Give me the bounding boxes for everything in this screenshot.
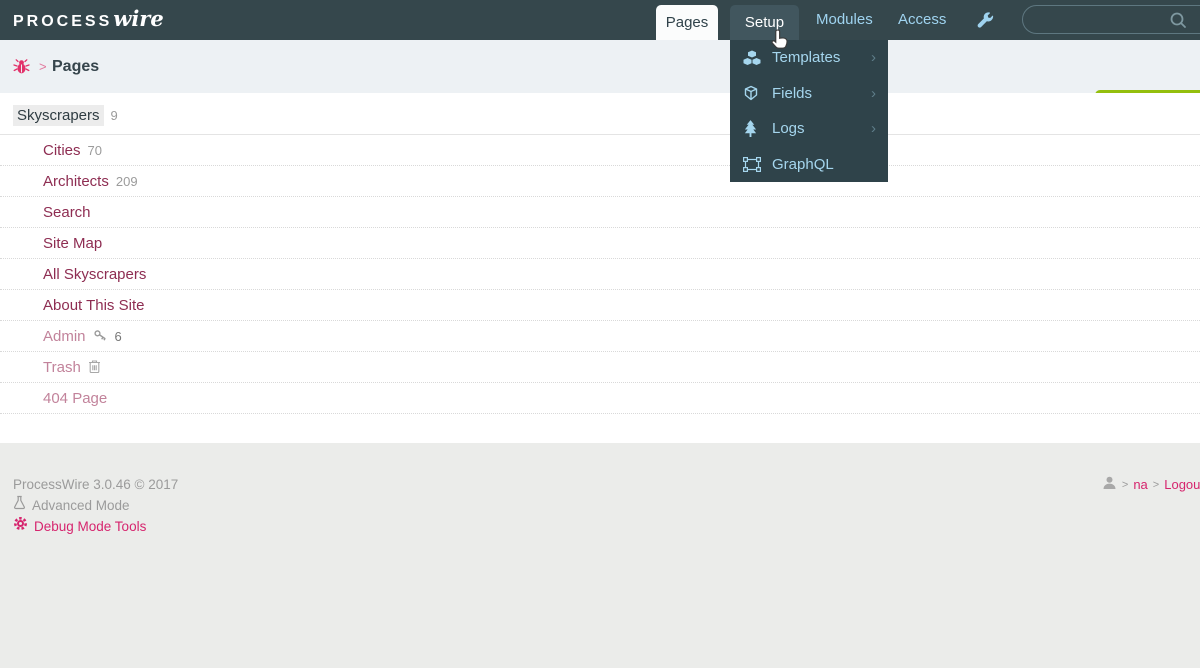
menu-item-label: Logs bbox=[772, 120, 805, 138]
trash-icon bbox=[88, 360, 101, 378]
tree-row-all-skyscrapers: All Skyscrapers bbox=[0, 259, 1200, 290]
page-link[interactable]: Search bbox=[43, 204, 91, 221]
tab-modules[interactable]: Modules bbox=[816, 0, 873, 40]
tab-setup[interactable]: Setup bbox=[730, 5, 799, 40]
breadcrumb: > Pages Add New bbox=[0, 40, 1200, 123]
child-count: 209 bbox=[115, 174, 138, 189]
tree-row-admin: Admin 6 bbox=[0, 321, 1200, 352]
key-icon bbox=[93, 330, 108, 347]
tree-row-skyscrapers: Skyscrapers 9 bbox=[0, 105, 1200, 135]
tree-row-architects: Architects 209 bbox=[0, 166, 1200, 197]
breadcrumb-separator: > bbox=[39, 59, 47, 74]
logout-link[interactable]: Logout bbox=[1164, 477, 1200, 492]
setup-dropdown-menu: Templates › Fields › Logs › GraphQL bbox=[730, 40, 888, 182]
debug-mode-tools-link[interactable]: Debug Mode Tools bbox=[13, 516, 178, 537]
flask-icon bbox=[13, 495, 26, 516]
user-profile-link[interactable]: na bbox=[1133, 477, 1147, 492]
chevron-right-icon: › bbox=[871, 120, 876, 138]
page-tree: Skyscrapers 9 Cities 70 Architects 209 Sear… bbox=[0, 93, 1200, 443]
page-link[interactable]: Site Map bbox=[43, 235, 102, 252]
search-icon[interactable] bbox=[1169, 11, 1187, 34]
processwire-admin: PROCESS wire Pages Setup Modules Access T… bbox=[0, 0, 1200, 668]
advanced-mode-label: Advanced Mode bbox=[32, 498, 130, 513]
child-count: 6 bbox=[114, 329, 122, 344]
logo-text-wire: wire bbox=[113, 6, 164, 31]
page-link[interactable]: Trash bbox=[43, 359, 81, 376]
menu-item-label: GraphQL bbox=[772, 155, 834, 173]
logo-text-process: PROCESS bbox=[13, 13, 113, 30]
chevron-right-icon: › bbox=[871, 84, 876, 102]
version-text: ProcessWire 3.0.46 © 2017 bbox=[13, 477, 179, 492]
breadcrumb-current-page: Pages bbox=[52, 58, 100, 75]
child-count: 70 bbox=[87, 143, 102, 158]
page-link[interactable]: 404 Page bbox=[43, 390, 107, 407]
tree-row-404-page: 404 Page bbox=[0, 383, 1200, 414]
masthead: PROCESS wire Pages Setup Modules Access bbox=[0, 0, 1200, 40]
page-link[interactable]: Cities bbox=[43, 142, 81, 159]
footer-separator: > bbox=[1121, 478, 1129, 491]
wrench-icon[interactable] bbox=[976, 11, 995, 35]
page-link[interactable]: Admin bbox=[43, 328, 86, 345]
child-count: 9 bbox=[110, 108, 118, 123]
home-bug-icon[interactable] bbox=[13, 58, 30, 80]
page-link[interactable]: About This Site bbox=[43, 297, 144, 314]
menu-item-label: Templates bbox=[772, 49, 841, 67]
tab-access[interactable]: Access bbox=[898, 0, 946, 40]
user-icon bbox=[1102, 476, 1117, 493]
cube-icon bbox=[743, 85, 763, 101]
debug-mode-tools-label: Debug Mode Tools bbox=[34, 519, 147, 534]
page-link[interactable]: Skyscrapers bbox=[13, 105, 104, 126]
tab-pages[interactable]: Pages bbox=[656, 5, 718, 40]
tree-row-cities: Cities 70 bbox=[0, 135, 1200, 166]
footer: ProcessWire 3.0.46 © 2017 Advanced Mode … bbox=[0, 443, 1200, 668]
search-box bbox=[1022, 5, 1200, 34]
tree-row-search: Search bbox=[0, 197, 1200, 228]
tree-row-site-map: Site Map bbox=[0, 228, 1200, 259]
processwire-logo[interactable]: PROCESS wire bbox=[13, 6, 164, 31]
menu-item-fields[interactable]: Fields › bbox=[730, 76, 888, 112]
footer-separator: > bbox=[1152, 478, 1160, 491]
object-group-icon bbox=[743, 156, 763, 172]
menu-item-graphql[interactable]: GraphQL bbox=[730, 147, 888, 183]
menu-item-templates[interactable]: Templates › bbox=[730, 40, 888, 76]
gear-icon bbox=[13, 516, 28, 537]
page-link[interactable]: All Skyscrapers bbox=[43, 266, 146, 283]
page-link[interactable]: Architects bbox=[43, 173, 109, 190]
cubes-icon bbox=[743, 50, 763, 66]
tree-row-trash: Trash bbox=[0, 352, 1200, 383]
menu-item-logs[interactable]: Logs › bbox=[730, 111, 888, 147]
tree-icon bbox=[743, 120, 763, 138]
menu-item-label: Fields bbox=[772, 84, 813, 102]
tree-row-about-this-site: About This Site bbox=[0, 290, 1200, 321]
search-input[interactable] bbox=[1035, 8, 1175, 32]
chevron-right-icon: › bbox=[871, 49, 876, 67]
advanced-mode-line: Advanced Mode bbox=[13, 495, 178, 516]
